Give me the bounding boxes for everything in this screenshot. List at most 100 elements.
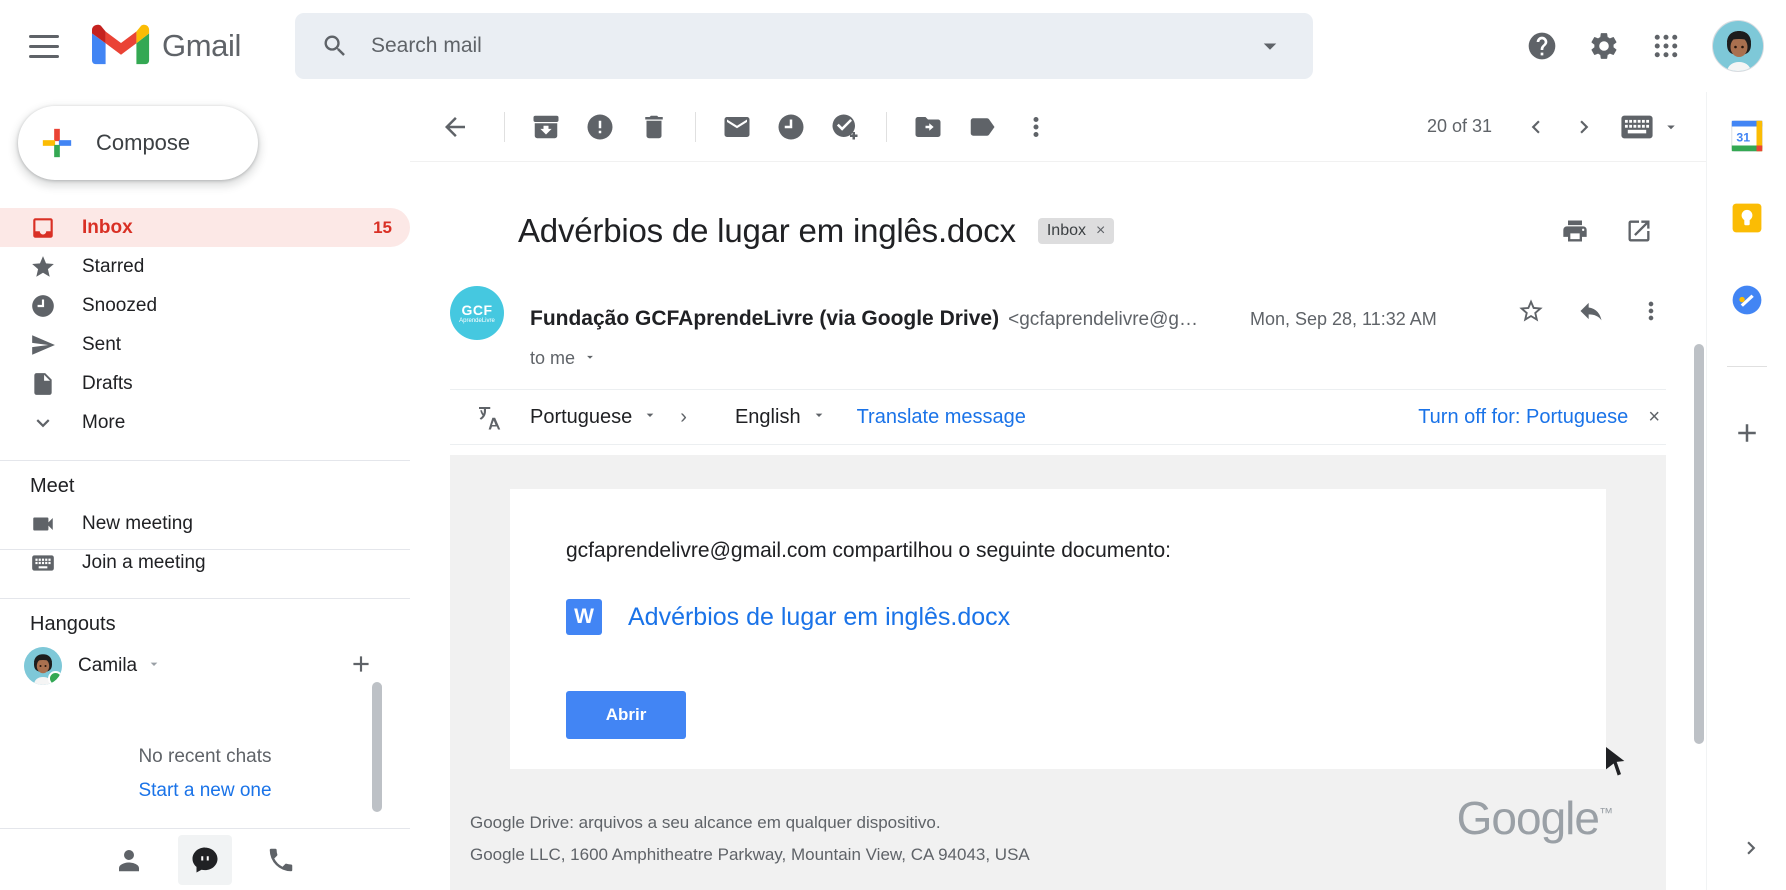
sidebar-item-label: More bbox=[82, 411, 126, 433]
sender-avatar-subtext: AprendeLivre bbox=[459, 318, 495, 324]
sender-avatar: GCF AprendeLivre bbox=[450, 286, 504, 340]
attachment-row[interactable]: W Advérbios de lugar em inglês.docx bbox=[566, 599, 1606, 635]
archive-button[interactable] bbox=[519, 100, 573, 154]
google-keep-icon[interactable] bbox=[1727, 198, 1767, 238]
older-button[interactable] bbox=[1512, 103, 1560, 151]
snooze-button[interactable] bbox=[764, 100, 818, 154]
translate-right-actions: Turn off for: Portuguese × bbox=[1418, 406, 1666, 429]
search-input[interactable] bbox=[370, 34, 1255, 58]
chevron-right-icon bbox=[1747, 841, 1756, 855]
support-button[interactable] bbox=[1514, 18, 1570, 74]
online-status-dot bbox=[48, 671, 62, 685]
conversations-tab[interactable] bbox=[178, 834, 232, 885]
avatar bbox=[1713, 21, 1763, 71]
star-message-button[interactable] bbox=[1504, 284, 1558, 338]
chevron-down-icon[interactable] bbox=[146, 656, 162, 677]
sidebar-item-starred[interactable]: Starred bbox=[0, 247, 410, 286]
add-ons-button[interactable] bbox=[1727, 413, 1767, 453]
google-apps-button[interactable] bbox=[1638, 18, 1694, 74]
newer-button[interactable] bbox=[1560, 103, 1608, 151]
chevron-down-icon bbox=[811, 406, 827, 429]
main-menu-button[interactable] bbox=[16, 18, 72, 74]
back-to-inbox-button[interactable] bbox=[428, 100, 482, 154]
translate-icon bbox=[479, 407, 501, 430]
subject-actions bbox=[1548, 204, 1706, 258]
page-title: Advérbios de lugar em inglês.docx bbox=[518, 212, 1016, 249]
label-chip-inbox[interactable]: Inbox × bbox=[1037, 218, 1115, 244]
clock-icon bbox=[778, 114, 804, 139]
sidebar-item-new-meeting[interactable]: New meeting bbox=[0, 504, 410, 543]
google-calendar-icon[interactable]: 31 bbox=[1727, 116, 1767, 156]
compose-label: Compose bbox=[96, 130, 191, 155]
help-icon bbox=[1528, 32, 1556, 60]
hangouts-rule bbox=[0, 549, 410, 550]
sidebar-item-inbox[interactable]: Inbox 15 bbox=[0, 208, 410, 247]
message-more-button[interactable] bbox=[1624, 284, 1678, 338]
hamburger-line bbox=[29, 54, 59, 58]
mark-unread-button[interactable] bbox=[710, 100, 764, 154]
archive-icon bbox=[533, 115, 559, 138]
turn-off-translation-link[interactable]: Turn off for: Portuguese bbox=[1418, 406, 1628, 429]
recipient-text: to me bbox=[530, 348, 576, 368]
calls-tab[interactable] bbox=[254, 835, 308, 885]
mail-unread-icon bbox=[724, 116, 750, 137]
start-new-chat-link[interactable]: Start a new one bbox=[0, 780, 410, 802]
top-bar-actions bbox=[1514, 18, 1786, 74]
more-vertical-icon bbox=[1648, 301, 1654, 321]
arrow-left-icon bbox=[445, 116, 465, 137]
hangouts-tab-strip bbox=[0, 828, 410, 890]
chat-icon bbox=[192, 847, 218, 872]
account-avatar[interactable] bbox=[1712, 20, 1764, 72]
report-spam-button[interactable] bbox=[573, 100, 627, 154]
open-document-button[interactable]: Abrir bbox=[566, 691, 686, 739]
delete-button[interactable] bbox=[627, 100, 681, 154]
search-bar[interactable] bbox=[294, 13, 1313, 79]
compose-button[interactable]: Compose bbox=[18, 106, 258, 180]
attachment-link[interactable]: Advérbios de lugar em inglês.docx bbox=[628, 603, 1010, 632]
hamburger-line bbox=[29, 44, 59, 48]
plus-icon bbox=[1737, 424, 1756, 442]
sidebar-item-label: Starred bbox=[82, 255, 145, 277]
translate-bar: Portuguese › English Translate message T… bbox=[450, 389, 1666, 445]
search-options-chevron-down-icon[interactable] bbox=[1255, 31, 1285, 61]
folder-move-icon bbox=[915, 116, 941, 137]
pagination: 20 of 31 bbox=[1427, 103, 1706, 151]
expand-side-panel-button[interactable] bbox=[1738, 835, 1764, 866]
settings-button[interactable] bbox=[1576, 18, 1632, 74]
reply-button[interactable] bbox=[1564, 284, 1618, 338]
google-tasks-icon[interactable] bbox=[1727, 280, 1767, 320]
sender-email: <gcfaprendelivre@g… bbox=[1008, 309, 1198, 330]
contacts-tab[interactable] bbox=[102, 835, 156, 885]
svg-text:31: 31 bbox=[1736, 131, 1750, 145]
send-icon bbox=[30, 332, 56, 358]
add-to-tasks-button[interactable] bbox=[818, 100, 872, 154]
hangouts-user-row[interactable]: Camila bbox=[0, 642, 410, 690]
labels-button[interactable] bbox=[955, 100, 1009, 154]
sidebar-item-snoozed[interactable]: Snoozed bbox=[0, 286, 410, 325]
toolbar-separator-2 bbox=[695, 111, 696, 142]
translate-message-link[interactable]: Translate message bbox=[857, 406, 1026, 429]
move-to-button[interactable] bbox=[901, 100, 955, 154]
recipient-toggle[interactable]: to me bbox=[530, 348, 1706, 369]
label-chip-remove-icon[interactable]: × bbox=[1096, 222, 1105, 240]
hangouts-empty-state: No recent chats Start a new one bbox=[0, 746, 410, 802]
chat-scrollbar[interactable] bbox=[372, 682, 382, 812]
more-options-button[interactable] bbox=[1009, 100, 1063, 154]
gmail-brand[interactable]: Gmail bbox=[92, 24, 241, 68]
source-language-select[interactable]: Portuguese bbox=[530, 406, 658, 429]
close-translate-bar-icon[interactable]: × bbox=[1648, 406, 1660, 429]
sidebar-item-drafts[interactable]: Drafts bbox=[0, 364, 410, 403]
print-button[interactable] bbox=[1548, 204, 1602, 258]
message-scrollbar[interactable] bbox=[1694, 344, 1704, 744]
phone-icon bbox=[269, 848, 293, 871]
target-language-select[interactable]: English bbox=[735, 406, 827, 429]
sidebar-item-more[interactable]: More bbox=[0, 403, 410, 442]
input-tools-button[interactable] bbox=[1620, 114, 1680, 140]
hangouts-user-name: Camila bbox=[78, 655, 138, 676]
main-content: 20 of 31 Advérbios de lugar em inglês.do… bbox=[410, 92, 1706, 890]
add-contact-button[interactable] bbox=[348, 651, 374, 682]
sender-name: Fundação GCFAprendeLivre (via Google Dri… bbox=[530, 307, 1000, 330]
star-outline-icon bbox=[1519, 299, 1543, 322]
open-in-new-window-button[interactable] bbox=[1612, 204, 1666, 258]
sidebar-item-sent[interactable]: Sent bbox=[0, 325, 410, 364]
